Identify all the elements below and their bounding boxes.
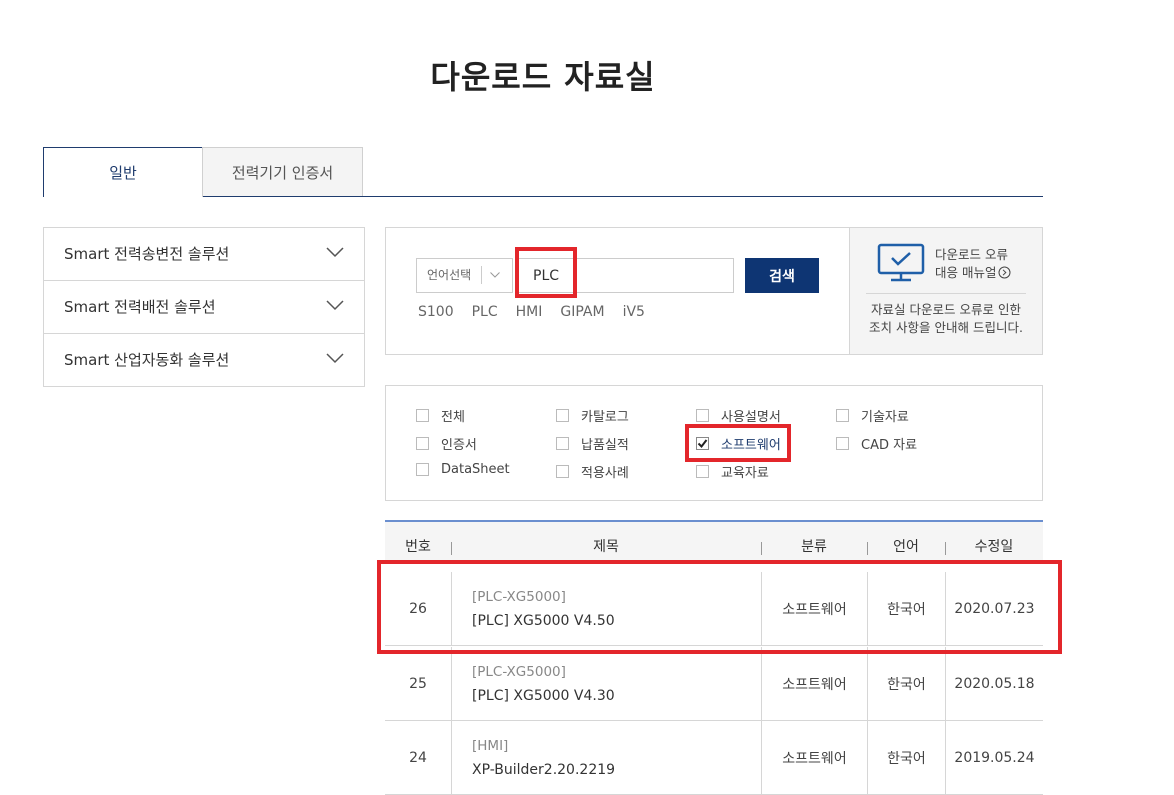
checkbox[interactable] [416,437,429,450]
sidebar-item-label: Smart 전력송변전 솔루션 [64,245,230,263]
cell-no: 25 [385,647,452,720]
cell-language: 한국어 [868,572,946,645]
checkbox[interactable] [556,465,569,478]
filter-technical[interactable]: 기술자료 [836,406,909,425]
filter-manual[interactable]: 사용설명서 [696,406,781,425]
table-row[interactable]: 26 [PLC-XG5000] [PLC] XG5000 V4.50 소프트웨어… [385,572,1043,646]
monitor-check-icon [877,243,925,282]
quick-link-gipam[interactable]: GIPAM [560,304,604,320]
quick-link-plc[interactable]: PLC [472,304,498,320]
sidebar-item-distribution[interactable]: Smart 전력배전 솔루션 [44,281,364,334]
header-language: 언어 [893,539,919,555]
quick-link-hmi[interactable]: HMI [516,304,543,320]
chevron-down-icon [490,272,500,278]
cell-category: 소프트웨어 [762,721,868,794]
sidebar-item-label: Smart 산업자동화 솔루션 [64,351,230,369]
chevron-down-icon [326,353,344,364]
checkbox-checked[interactable] [696,437,709,450]
sidebar-item-label: Smart 전력배전 솔루션 [64,298,216,316]
tab-underline [203,196,1043,197]
select-divider [481,266,482,284]
help-divider [866,293,1026,294]
cell-no: 26 [385,572,452,645]
help-desc-line2: 조치 사항을 안내해 드립니다. [869,320,1023,335]
sidebar-item-transmission[interactable]: Smart 전력송변전 솔루션 [44,228,364,281]
cell-category: 소프트웨어 [762,572,868,645]
quick-link-iv5[interactable]: iV5 [623,304,645,320]
tab-general[interactable]: 일반 [43,147,203,197]
search-input[interactable] [518,258,734,293]
quick-links: S100 PLC HMI GIPAM iV5 [418,304,663,320]
filter-software[interactable]: 소프트웨어 [696,434,781,453]
checkbox[interactable] [696,409,709,422]
cell-title[interactable]: [HMI] XP-Builder2.20.2219 [452,721,762,794]
checkbox[interactable] [836,437,849,450]
cell-language: 한국어 [868,721,946,794]
header-title: 제목 [593,539,619,555]
row-tag: [PLC-XG5000] [472,663,566,680]
help-desc-line1: 자료실 다운로드 오류로 인한 [871,302,1021,317]
table-header: 번호 제목 분류 언어 수정일 [385,522,1043,564]
header-no: 번호 [405,539,431,555]
filter-delivery[interactable]: 납품실적 [556,434,629,453]
search-button[interactable]: 검색 [745,258,819,293]
checkbox[interactable] [836,409,849,422]
sidebar: Smart 전력송변전 솔루션 Smart 전력배전 솔루션 Smart 산업자… [43,227,365,387]
cell-date: 2019.05.24 [954,749,1035,766]
filter-datasheet[interactable]: DataSheet [416,462,510,477]
chevron-down-icon [326,247,344,258]
arrow-right-circle-icon [998,266,1011,279]
header-category: 분류 [801,539,827,555]
checkbox[interactable] [696,465,709,478]
checkbox[interactable] [556,409,569,422]
checkbox[interactable] [556,437,569,450]
cell-title[interactable]: [PLC-XG5000] [PLC] XG5000 V4.30 [452,647,762,720]
row-title-link[interactable]: [PLC] XG5000 V4.30 [472,684,615,708]
quick-link-s100[interactable]: S100 [418,304,454,320]
filter-cad[interactable]: CAD 자료 [836,434,917,453]
cell-date: 2020.07.23 [954,600,1035,617]
help-title[interactable]: 다운로드 오류 대응 매뉴얼 [935,246,1045,282]
cell-category: 소프트웨어 [762,647,868,720]
filter-education[interactable]: 교육자료 [696,462,769,481]
filter-catalog[interactable]: 카탈로그 [556,406,629,425]
check-icon [697,439,708,449]
row-tag: [HMI] [472,737,509,754]
filter-certificate[interactable]: 인증서 [416,434,477,453]
checkbox[interactable] [416,409,429,422]
tab-power-certificate[interactable]: 전력기기 인증서 [202,147,363,197]
cell-date: 2020.05.18 [954,675,1035,692]
page-title: 다운로드 자료실 [430,58,656,96]
checkbox[interactable] [416,463,429,476]
filter-case-study[interactable]: 적용사례 [556,462,629,481]
filter-all[interactable]: 전체 [416,406,465,425]
table-row[interactable]: 24 [HMI] XP-Builder2.20.2219 소프트웨어 한국어 2… [385,721,1043,795]
sidebar-item-automation[interactable]: Smart 산업자동화 솔루션 [44,334,364,387]
help-title-line1: 다운로드 오류 [935,247,1008,262]
chevron-down-icon [326,300,344,311]
help-description: 자료실 다운로드 오류로 인한 조치 사항을 안내해 드립니다. [860,301,1032,337]
cell-no: 24 [385,721,452,794]
help-title-line2: 대응 매뉴얼 [935,264,1045,282]
row-title-link[interactable]: [PLC] XG5000 V4.50 [472,609,615,633]
header-date: 수정일 [974,539,1014,555]
table-row[interactable]: 25 [PLC-XG5000] [PLC] XG5000 V4.30 소프트웨어… [385,647,1043,721]
row-tag: [PLC-XG5000] [472,588,566,605]
cell-language: 한국어 [868,647,946,720]
cell-title[interactable]: [PLC-XG5000] [PLC] XG5000 V4.50 [452,572,762,645]
